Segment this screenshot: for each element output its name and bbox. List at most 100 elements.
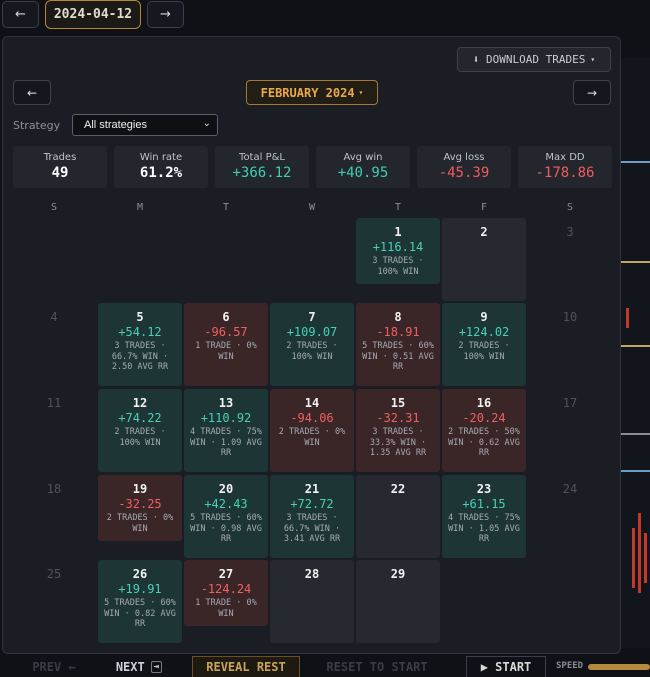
reveal-rest-button[interactable]: REVEAL REST <box>192 656 300 677</box>
strategy-select[interactable]: All strategies ⌄ <box>72 114 218 136</box>
chart-candle <box>644 533 647 583</box>
stat-label: Trades <box>43 152 77 163</box>
day-detail: 2 TRADES · 0% WIN <box>278 427 346 448</box>
chart-line <box>618 345 650 347</box>
download-trades-button[interactable]: ⬇ DOWNLOAD TRADES ▾ <box>457 47 611 72</box>
stat-label: Avg loss <box>443 152 485 163</box>
stat-value: -45.39 <box>438 165 490 181</box>
chart-line <box>618 261 650 263</box>
next-step-icon: ⇥ <box>150 661 163 673</box>
day-pnl: -20.24 <box>462 411 506 425</box>
weekday-header: S <box>566 202 574 213</box>
day-detail: 5 TRADES · 60% WIN · 0.98 AVG RR <box>190 513 262 544</box>
reset-to-start-button[interactable]: RESET TO START <box>318 656 436 677</box>
weekday-header: T <box>222 202 230 213</box>
day-cell[interactable]: 2 <box>442 218 526 301</box>
weekday-header: T <box>394 202 402 213</box>
start-button[interactable]: ▶ START <box>466 656 546 677</box>
weekday-header: S <box>50 202 58 213</box>
weekend-day: 17 <box>562 396 578 410</box>
weekend-day: 10 <box>562 310 578 324</box>
day-number: 28 <box>304 567 320 581</box>
day-pnl: +54.12 <box>118 325 162 339</box>
stat-value: +366.12 <box>232 165 292 181</box>
day-pnl: +61.15 <box>462 497 506 511</box>
prev-date-button[interactable]: ← <box>2 1 39 28</box>
month-selector[interactable]: FEBRUARY 2024 ▾ <box>246 80 378 105</box>
day-number: 1 <box>394 225 402 239</box>
day-number: 5 <box>136 310 144 324</box>
next-date-button[interactable]: → <box>147 1 184 28</box>
day-detail: 2 TRADES · 100% WIN <box>286 341 338 362</box>
day-pnl: -124.24 <box>200 582 252 596</box>
day-detail: 2 TRADES · 0% WIN <box>106 513 174 534</box>
next-button[interactable]: NEXT ⇥ <box>104 656 174 677</box>
day-cell[interactable]: 6 -96.57 1 TRADE · 0% WIN <box>184 303 268 386</box>
day-detail: 5 TRADES · 60% WIN · 0.82 AVG RR <box>104 598 176 629</box>
day-pnl: +109.07 <box>286 325 338 339</box>
day-pnl: -96.57 <box>204 325 248 339</box>
day-cell[interactable]: 8 -18.91 5 TRADES · 60% WIN · 0.51 AVG R… <box>356 303 440 386</box>
stat-label: Avg win <box>343 152 383 163</box>
day-cell[interactable]: 28 <box>270 560 354 643</box>
weekday-header: W <box>308 202 316 213</box>
prev-month-button[interactable]: ← <box>13 80 51 105</box>
stat-label: Win rate <box>139 152 183 163</box>
day-pnl: +42.43 <box>204 497 248 511</box>
day-pnl: +124.02 <box>458 325 510 339</box>
day-cell[interactable]: 16 -20.24 2 TRADES · 50% WIN · 0.62 AVG … <box>442 389 526 472</box>
day-cell[interactable]: 14 -94.06 2 TRADES · 0% WIN <box>270 389 354 472</box>
background-chart <box>618 58 650 648</box>
monthly-calendar-modal: ⬇ DOWNLOAD TRADES ▾ ← FEBRUARY 2024 ▾ → … <box>2 36 621 654</box>
prev-button[interactable]: PREV ← <box>22 656 86 677</box>
day-cell[interactable]: 9 +124.02 2 TRADES · 100% WIN <box>442 303 526 386</box>
day-cell[interactable]: 19 -32.25 2 TRADES · 0% WIN <box>98 475 182 541</box>
day-pnl: +72.72 <box>290 497 334 511</box>
day-cell[interactable]: 1 +116.14 3 TRADES · 100% WIN <box>356 218 440 284</box>
day-number: 8 <box>394 310 402 324</box>
chart-line <box>618 161 650 163</box>
day-pnl: +110.92 <box>200 411 252 425</box>
day-cell[interactable]: 7 +109.07 2 TRADES · 100% WIN <box>270 303 354 386</box>
day-cell[interactable]: 27 -124.24 1 TRADE · 0% WIN <box>184 560 268 626</box>
day-cell[interactable]: 15 -32.31 3 TRADES · 33.3% WIN · 1.35 AV… <box>356 389 440 472</box>
day-cell[interactable]: 12 +74.22 2 TRADES · 100% WIN <box>98 389 182 472</box>
day-cell[interactable]: 29 <box>356 560 440 643</box>
weekday-header: M <box>136 202 144 213</box>
date-navigator: ← 2024-04-12 → <box>0 0 650 30</box>
day-cell[interactable]: 5 +54.12 3 TRADES · 66.7% WIN · 2.50 AVG… <box>98 303 182 386</box>
day-cell[interactable]: 13 +110.92 4 TRADES · 75% WIN · 1.09 AVG… <box>184 389 268 472</box>
day-number: 23 <box>476 482 492 496</box>
day-number: 22 <box>390 482 406 496</box>
day-detail: 5 TRADES · 60% WIN · 0.51 AVG RR <box>362 341 434 372</box>
day-detail: 2 TRADES · 50% WIN · 0.62 AVG RR <box>448 427 520 458</box>
weekend-day: 24 <box>562 482 578 496</box>
chart-candle <box>632 528 635 588</box>
day-detail: 2 TRADES · 100% WIN <box>114 427 166 448</box>
stat-label: Total P&L <box>239 152 285 163</box>
day-cell[interactable]: 22 <box>356 475 440 558</box>
day-cell[interactable]: 26 +19.91 5 TRADES · 60% WIN · 0.82 AVG … <box>98 560 182 643</box>
weekend-day: 25 <box>46 567 62 581</box>
day-cell[interactable]: 20 +42.43 5 TRADES · 60% WIN · 0.98 AVG … <box>184 475 268 558</box>
chart-candle <box>626 308 629 328</box>
day-pnl: +74.22 <box>118 411 162 425</box>
day-detail: 4 TRADES · 75% WIN · 1.09 AVG RR <box>190 427 262 458</box>
day-detail: 3 TRADES · 100% WIN <box>372 256 424 277</box>
day-pnl: -94.06 <box>290 411 334 425</box>
stat-avg-loss: Avg loss -45.39 <box>417 146 511 188</box>
stat-total-pnl: Total P&L +366.12 <box>215 146 309 188</box>
strategy-value: All strategies <box>84 119 147 131</box>
weekend-day: 11 <box>46 396 62 410</box>
next-month-button[interactable]: → <box>573 80 611 105</box>
day-pnl: +19.91 <box>118 582 162 596</box>
stat-avg-win: Avg win +40.95 <box>316 146 410 188</box>
speed-slider[interactable] <box>588 664 650 670</box>
playback-bar: PREV ← NEXT ⇥ REVEAL REST RESET TO START… <box>0 653 650 677</box>
day-detail: 3 TRADES · 66.7% WIN · 3.41 AVG RR <box>283 513 341 544</box>
day-cell[interactable]: 21 +72.72 3 TRADES · 66.7% WIN · 3.41 AV… <box>270 475 354 558</box>
chart-candle <box>638 513 641 593</box>
day-cell[interactable]: 23 +61.15 4 TRADES · 75% WIN · 1.05 AVG … <box>442 475 526 558</box>
current-date-button[interactable]: 2024-04-12 <box>45 0 141 29</box>
day-pnl: -32.25 <box>118 497 162 511</box>
